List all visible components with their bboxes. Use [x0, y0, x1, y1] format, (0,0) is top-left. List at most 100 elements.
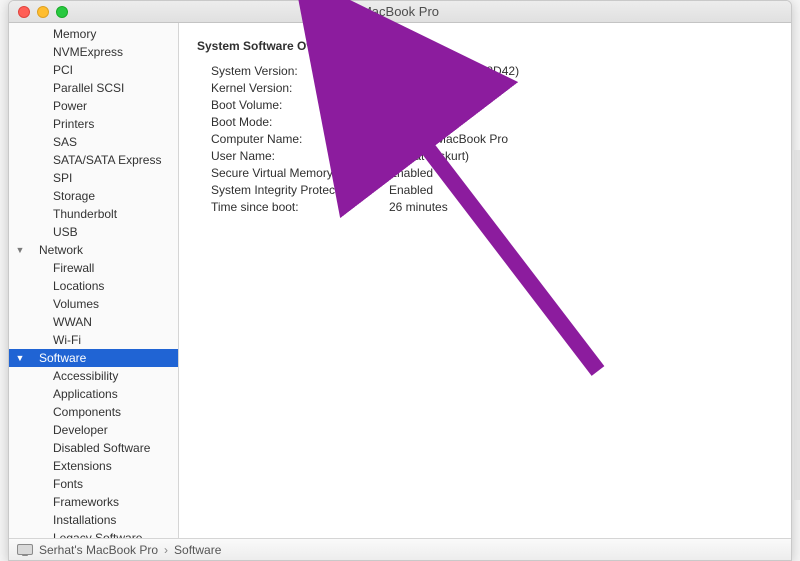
sidebar-item-label: Components	[25, 405, 121, 419]
sidebar-item-label: Legacy Software	[25, 531, 142, 538]
breadcrumb-root[interactable]: Serhat's MacBook Pro	[39, 543, 158, 557]
sidebar-item-software-child[interactable]: Installations	[9, 511, 178, 529]
section-title: System Software Overview:	[197, 39, 773, 53]
sidebar-item-label: Extensions	[25, 459, 112, 473]
sidebar-item-hardware-child[interactable]: Power	[9, 97, 178, 115]
overview-key: System Integrity Protection:	[211, 182, 389, 199]
sidebar-item-hardware-child[interactable]: NVMExpress	[9, 43, 178, 61]
sidebar-item-software[interactable]: ▼Software	[9, 349, 178, 367]
sidebar-item-hardware-child[interactable]: SAS	[9, 133, 178, 151]
sidebar-item-software-child[interactable]: Applications	[9, 385, 178, 403]
overview-value: Serhat's MacBook Pro	[389, 131, 773, 148]
sidebar-item-label: Disabled Software	[25, 441, 150, 455]
overview-value: Safe	[389, 114, 773, 131]
sidebar-item-hardware-child[interactable]: Parallel SCSI	[9, 79, 178, 97]
zoom-button[interactable]	[56, 6, 68, 18]
window-body: Memory NVMExpress PCI Parallel SCSI Power Pri…	[9, 23, 791, 538]
sidebar-item-label: Wi-Fi	[25, 333, 81, 347]
sidebar-item-label: SPI	[25, 171, 72, 185]
overview-value: macOS 10.14.3 (18D42)	[389, 63, 773, 80]
overview-key: Boot Volume:	[211, 97, 389, 114]
disclosure-triangle-icon[interactable]: ▼	[15, 245, 25, 255]
sidebar-item-software-child[interactable]: Legacy Software	[9, 529, 178, 538]
sidebar-item-hardware-child[interactable]: Printers	[9, 115, 178, 133]
minimize-button[interactable]	[37, 6, 49, 18]
sidebar-item-hardware-child[interactable]: USB	[9, 223, 178, 241]
right-edge-shadow	[794, 150, 800, 500]
sidebar-item-label: NVMExpress	[25, 45, 123, 59]
overview-key: Kernel Version:	[211, 80, 389, 97]
titlebar[interactable]: MacBook Pro	[9, 1, 791, 23]
window-title: MacBook Pro	[9, 4, 791, 19]
sidebar-item-label: Firewall	[25, 261, 94, 275]
sidebar-item-software-child[interactable]: Disabled Software	[9, 439, 178, 457]
sidebar-item-label: Network	[25, 243, 83, 257]
sidebar[interactable]: Memory NVMExpress PCI Parallel SCSI Power Pri…	[9, 23, 179, 538]
overview-value: 26 minutes	[389, 199, 773, 216]
overview-value: Serhat ({fskurt)	[389, 148, 773, 165]
window-controls	[9, 6, 68, 18]
breadcrumb-separator: ›	[164, 543, 168, 557]
sidebar-item-label: SATA/SATA Express	[25, 153, 161, 167]
sidebar-item-network-child[interactable]: Locations	[9, 277, 178, 295]
breadcrumb-leaf[interactable]: Software	[174, 543, 221, 557]
sidebar-item-label: Software	[25, 351, 86, 365]
disclosure-triangle-icon[interactable]: ▼	[15, 353, 25, 363]
sidebar-item-software-child[interactable]: Extensions	[9, 457, 178, 475]
sidebar-item-label: USB	[25, 225, 78, 239]
sidebar-item-label: Parallel SCSI	[25, 81, 124, 95]
overview-row: User Name:Serhat ({fskurt)	[211, 148, 773, 165]
sidebar-item-label: Developer	[25, 423, 108, 437]
sidebar-item-network-child[interactable]: WWAN	[9, 313, 178, 331]
overview-key: System Version:	[211, 63, 389, 80]
overview-row: Time since boot:26 minutes	[211, 199, 773, 216]
overview-value: Enabled	[389, 165, 773, 182]
overview-list: System Version:macOS 10.14.3 (18D42)Kern…	[197, 63, 773, 216]
content-pane: System Software Overview: System Version…	[179, 23, 791, 538]
sidebar-item-network-child[interactable]: Firewall	[9, 259, 178, 277]
sidebar-item-hardware-child[interactable]: PCI	[9, 61, 178, 79]
overview-key: User Name:	[211, 148, 389, 165]
sidebar-item-label: Printers	[25, 117, 94, 131]
close-button[interactable]	[18, 6, 30, 18]
sidebar-item-label: Volumes	[25, 297, 99, 311]
sidebar-item-label: PCI	[25, 63, 73, 77]
sidebar-item-network-child[interactable]: Volumes	[9, 295, 178, 313]
sidebar-item-label: Locations	[25, 279, 104, 293]
sidebar-item-label: SAS	[25, 135, 77, 149]
sidebar-item-hardware-child[interactable]: Storage	[9, 187, 178, 205]
overview-value: Macintosh HD	[389, 97, 773, 114]
sidebar-item-software-child[interactable]: Components	[9, 403, 178, 421]
sidebar-item-hardware-child[interactable]: SPI	[9, 169, 178, 187]
sidebar-item-network[interactable]: ▼Network	[9, 241, 178, 259]
overview-row: Computer Name:Serhat's MacBook Pro	[211, 131, 773, 148]
overview-row: System Version:macOS 10.14.3 (18D42)	[211, 63, 773, 80]
overview-key: Secure Virtual Memory:	[211, 165, 389, 182]
sidebar-item-hardware-child[interactable]: Memory	[9, 25, 178, 43]
sidebar-item-label: Fonts	[25, 477, 83, 491]
computer-icon	[17, 544, 33, 555]
sidebar-item-software-child[interactable]: Accessibility	[9, 367, 178, 385]
sidebar-item-label: WWAN	[25, 315, 92, 329]
overview-value: Enabled	[389, 182, 773, 199]
overview-row: Boot Mode:Safe	[211, 114, 773, 131]
sidebar-item-hardware-child[interactable]: SATA/SATA Express	[9, 151, 178, 169]
overview-key: Time since boot:	[211, 199, 389, 216]
statusbar: Serhat's MacBook Pro › Software	[9, 538, 791, 560]
sidebar-item-hardware-child[interactable]: Thunderbolt	[9, 205, 178, 223]
sidebar-item-software-child[interactable]: Fonts	[9, 475, 178, 493]
overview-key: Computer Name:	[211, 131, 389, 148]
sidebar-item-label: Storage	[25, 189, 95, 203]
overview-row: Secure Virtual Memory:Enabled	[211, 165, 773, 182]
sidebar-item-label: Installations	[25, 513, 116, 527]
system-information-window: MacBook Pro Memory NVMExpress PCI Parallel …	[8, 0, 792, 561]
sidebar-item-label: Memory	[25, 27, 96, 41]
sidebar-item-network-child[interactable]: Wi-Fi	[9, 331, 178, 349]
sidebar-item-software-child[interactable]: Developer	[9, 421, 178, 439]
overview-row: System Integrity Protection:Enabled	[211, 182, 773, 199]
sidebar-item-label: Thunderbolt	[25, 207, 117, 221]
sidebar-item-label: Applications	[25, 387, 118, 401]
sidebar-item-label: Accessibility	[25, 369, 118, 383]
sidebar-item-software-child[interactable]: Frameworks	[9, 493, 178, 511]
overview-row: Kernel Version:Darwin 18.2.0	[211, 80, 773, 97]
